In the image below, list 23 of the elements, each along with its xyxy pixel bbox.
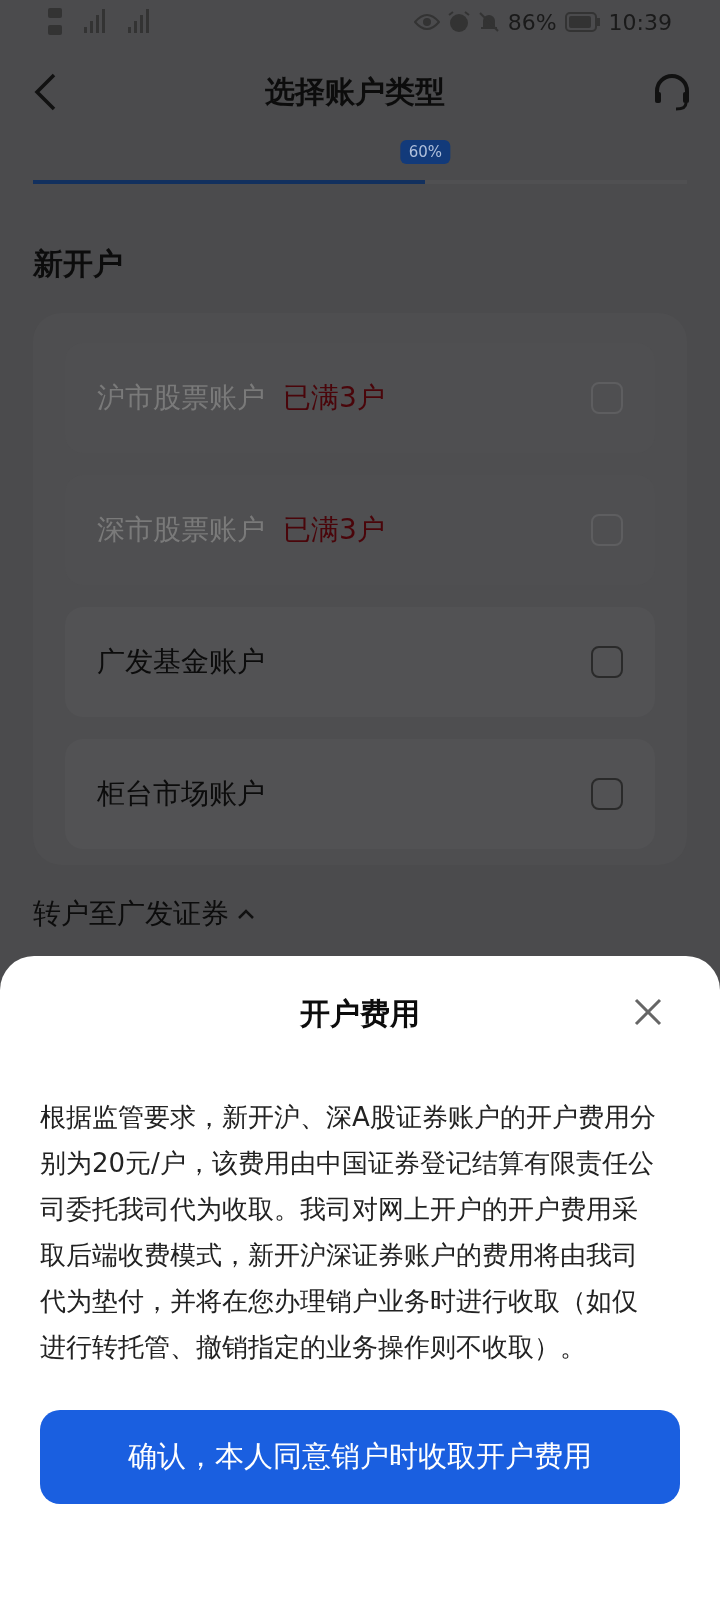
sheet-title: 开户费用 [300, 994, 420, 1033]
close-icon[interactable] [634, 998, 662, 1026]
muted-bell-icon [477, 11, 500, 33]
account-option[interactable]: 广发基金账户 [65, 607, 655, 717]
caret-icon[interactable] [237, 908, 255, 920]
confirm-button[interactable]: 确认，本人同意销户时收取开户费用 [40, 1410, 680, 1504]
account-name: 柜台市场账户 [97, 776, 265, 812]
fee-description: 根据监管要求，新开沪、深A股证券账户的开户费用分别为20元/户，该费用由中国证券登记结算有限责任公司委托我司代为收取。我司对网上开户的开户费用采取后端收费模式，新开沪深证券账户的费用将由我司代为垫付，并将在您办理销户业务时进行收取（如仅进行转托管、撤销指定的业务操作则不收取）。 [40, 1101, 657, 1364]
account-option[interactable]: 柜台市场账户 [65, 739, 655, 849]
section-title: 新开户 [33, 245, 124, 283]
back-icon[interactable] [32, 72, 58, 112]
page-title: 选择账户类型 [265, 72, 445, 111]
checkbox[interactable] [591, 646, 623, 678]
progress-label: 60% [400, 140, 451, 164]
eye-icon [413, 13, 440, 31]
battery-icon [564, 12, 601, 32]
alarm-icon [447, 11, 470, 33]
headset-icon[interactable] [652, 72, 692, 112]
section-title: 转户至广发证券 [33, 896, 229, 932]
account-name: 广发基金账户 [97, 644, 265, 680]
checkbox[interactable] [591, 778, 623, 810]
full-tag: 已满3户 [283, 511, 385, 549]
full-tag: 已满3户 [283, 379, 385, 417]
